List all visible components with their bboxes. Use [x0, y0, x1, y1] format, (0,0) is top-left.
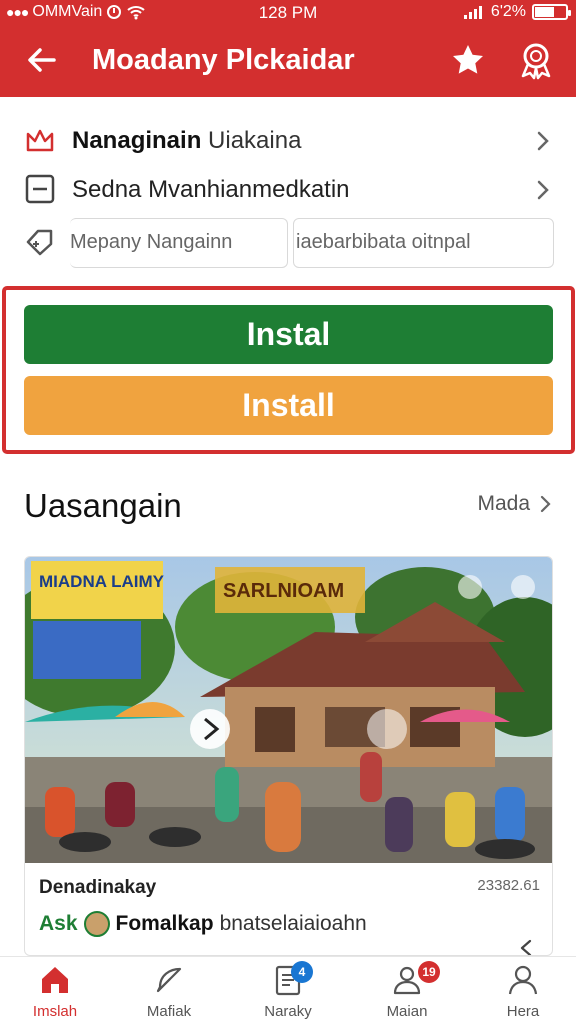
section-title: Uasangain: [24, 487, 182, 524]
nav-item-group[interactable]: Maian 19: [362, 961, 452, 1023]
feather-icon: [156, 967, 182, 993]
nav-label: Maian: [386, 1003, 428, 1020]
ask-label[interactable]: Ask: [39, 912, 78, 936]
tag-icon: [26, 229, 53, 256]
nav-label: Mafiak: [146, 1003, 192, 1020]
card-excerpt: bnatselaiaioahn: [219, 912, 367, 935]
install-button-primary[interactable]: Instal: [24, 305, 553, 364]
info-row-fields: Mepany Nangainn iaebarbibata oitnpal: [0, 216, 576, 270]
notification-badge: 19: [418, 961, 440, 983]
status-right: 6'2%: [463, 3, 571, 21]
info-row-light-text: Uiakaina: [208, 127, 302, 154]
chevron-right-icon: [540, 495, 551, 513]
card-date: 23382.61: [477, 877, 540, 894]
photo-sign-left: MIADNA LAIMY: [39, 572, 165, 591]
battery-percent: 6'2%: [490, 3, 526, 20]
share-icon[interactable]: [518, 939, 538, 956]
news-card[interactable]: MIADNA LAIMY SARLNIOAM Denadinakay 23382…: [24, 556, 553, 956]
more-link[interactable]: Mada: [477, 492, 552, 516]
battery-fill: [535, 7, 554, 17]
info-row-label: Nanaginain Uiakaina: [72, 126, 301, 156]
info-row-label: Sedna Mvanhianmedkatin: [72, 176, 350, 203]
nav-item-profile[interactable]: Hera: [478, 963, 568, 1023]
card-author-line: Ask Fomalkap bnatselaiaioahn: [39, 911, 367, 937]
page-title: Moadany Plckaidar: [92, 44, 355, 76]
more-link-label: Mada: [477, 492, 530, 515]
app-header: ●●● OMMVain 128 PM 6'2% Moadany Plckaida…: [0, 0, 576, 97]
chevron-right-icon: [537, 180, 549, 200]
crown-icon: [26, 129, 54, 152]
notification-badge: 4: [291, 961, 313, 983]
nav-label: Imslah: [32, 1003, 78, 1020]
cell-signal-icon: [463, 6, 482, 19]
nav-item-document[interactable]: Naraky 4: [243, 961, 333, 1023]
chevron-right-icon: [537, 131, 549, 151]
minus-box-icon: [25, 174, 55, 204]
status-bar: ●●● OMMVain 128 PM 6'2%: [0, 0, 576, 26]
card-meta: Denadinakay: [39, 877, 157, 898]
profile-icon: [508, 965, 538, 995]
info-row-details[interactable]: Sedna Mvanhianmedkatin: [0, 165, 576, 213]
bottom-nav: Imslah Mafiak Naraky 4 Maian 19 Hera: [0, 956, 576, 1024]
info-row-category[interactable]: Nanaginain Uiakaina: [0, 116, 576, 164]
photo-sign-center: SARLNIOAM: [223, 580, 344, 602]
arrow-left-icon[interactable]: [24, 42, 60, 78]
market-photo: MIADNA LAIMY SARLNIOAM: [25, 557, 552, 863]
nav-label: Hera: [506, 1003, 540, 1020]
install-button-secondary[interactable]: Install: [24, 376, 553, 435]
star-icon[interactable]: [450, 42, 486, 78]
avatar[interactable]: [83, 911, 110, 937]
address-field[interactable]: iaebarbibata oitnpal: [293, 218, 554, 268]
app-bar: Moadany Plckaidar: [0, 30, 576, 90]
battery-icon: [532, 4, 571, 20]
info-row-bold-text: Nanaginain: [72, 127, 202, 154]
nav-item-feather[interactable]: Mafiak: [124, 963, 214, 1023]
author-name[interactable]: Fomalkap: [116, 912, 214, 936]
award-badge-icon[interactable]: [517, 40, 555, 80]
nav-label: Naraky: [264, 1003, 312, 1020]
name-field[interactable]: Mepany Nangainn: [70, 218, 288, 268]
nav-item-home[interactable]: Imslah: [10, 963, 100, 1023]
home-icon: [42, 967, 68, 993]
